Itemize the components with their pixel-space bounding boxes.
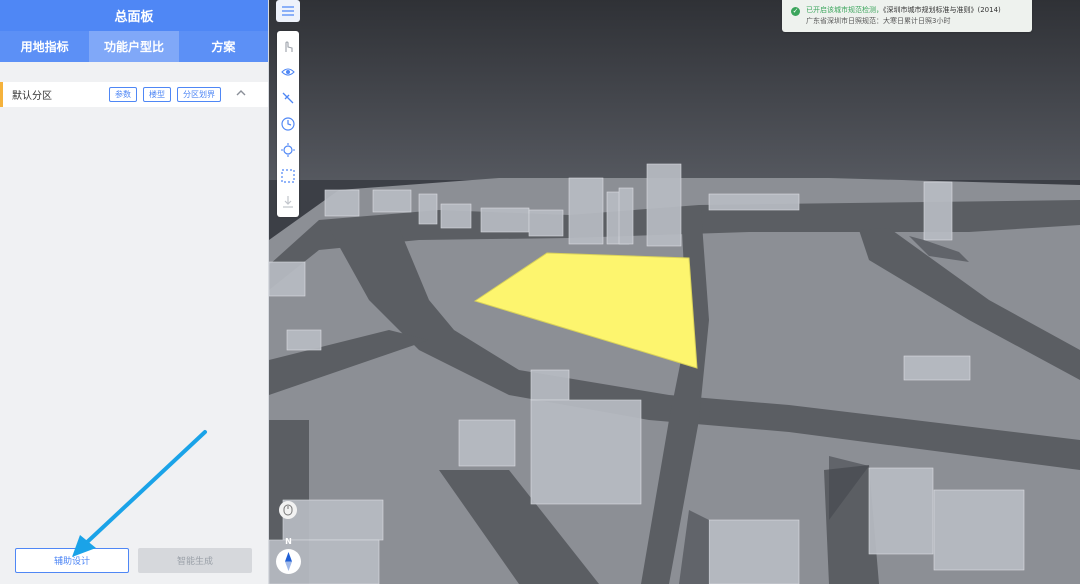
map-viewport[interactable] <box>269 0 1080 584</box>
compass-dial-icon <box>276 549 301 574</box>
check-circle-icon: ✓ <box>791 7 800 16</box>
measure-icon[interactable] <box>280 90 296 106</box>
download-icon[interactable] <box>280 194 296 210</box>
sun-icon[interactable] <box>280 142 296 158</box>
eye-icon[interactable] <box>280 64 296 80</box>
compass[interactable]: N <box>276 537 301 575</box>
annotation-arrow-icon <box>72 430 207 557</box>
dashed-select-icon[interactable] <box>280 168 296 184</box>
clock-icon[interactable] <box>280 116 296 132</box>
notice-rule: 《深圳市城市规划标准与准则》(2014) <box>883 6 1001 14</box>
notice-status: 已开启该城市规范检测， <box>806 6 883 14</box>
list-menu-icon[interactable] <box>276 0 300 22</box>
hand-pointer-icon[interactable] <box>280 38 296 54</box>
notice-line1: 已开启该城市规范检测，《深圳市城市规划标准与准则》(2014) <box>806 5 1001 16</box>
compass-north-label: N <box>285 537 292 546</box>
mouse-icon[interactable] <box>279 501 297 519</box>
map-toolbar <box>277 31 299 217</box>
regulation-notice: ✓ 已开启该城市规范检测，《深圳市城市规划标准与准则》(2014) 广东省深圳市… <box>782 0 1032 32</box>
city-scene <box>269 0 1080 584</box>
notice-line2: 广东省深圳市日照规范：大寒日累计日照3小时 <box>806 17 951 25</box>
